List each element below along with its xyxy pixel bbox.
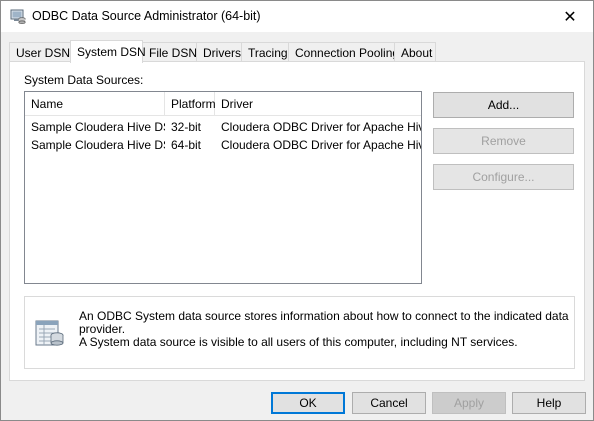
- window-title: ODBC Data Source Administrator (64-bit): [32, 9, 261, 23]
- configure-button[interactable]: Configure...: [433, 164, 574, 190]
- row-platform: 32-bit: [171, 120, 202, 134]
- add-button[interactable]: Add...: [433, 92, 574, 118]
- system-data-sources-label: System Data Sources:: [24, 73, 144, 87]
- close-button[interactable]: ✕: [547, 1, 593, 32]
- tab-system-dsn[interactable]: System DSN: [70, 40, 146, 63]
- tab-about[interactable]: About: [394, 42, 436, 62]
- column-header-driver[interactable]: Driver: [215, 92, 421, 116]
- info-line-1: An ODBC System data source stores inform…: [79, 309, 569, 336]
- row-driver: Cloudera ODBC Driver for Apache Hive: [221, 120, 421, 134]
- row-platform: 64-bit: [171, 138, 202, 152]
- system-dsn-panel: System Data Sources: Name Platform Drive…: [9, 61, 585, 381]
- tab-connection-pooling[interactable]: Connection Pooling: [288, 42, 399, 62]
- data-source-list[interactable]: Name Platform Driver Sample Cloudera Hiv…: [24, 91, 422, 284]
- row-name: Sample Cloudera Hive DSN: [31, 120, 165, 134]
- row-name: Sample Cloudera Hive DSN: [31, 138, 165, 152]
- row-driver: Cloudera ODBC Driver for Apache Hive: [221, 138, 421, 152]
- info-line-2: A System data source is visible to all u…: [79, 335, 518, 349]
- odbc-admin-icon: [10, 9, 26, 24]
- tab-tracing[interactable]: Tracing: [241, 42, 289, 62]
- info-text: An ODBC System data source stores inform…: [79, 310, 569, 349]
- list-header: Name Platform Driver: [25, 92, 421, 116]
- info-box: An ODBC System data source stores inform…: [24, 296, 575, 369]
- odbc-admin-window: ODBC Data Source Administrator (64-bit) …: [0, 0, 594, 421]
- help-button[interactable]: Help: [512, 392, 586, 414]
- ok-button[interactable]: OK: [271, 392, 345, 414]
- tab-drivers[interactable]: Drivers: [196, 42, 242, 62]
- title-bar: ODBC Data Source Administrator (64-bit) …: [1, 1, 593, 32]
- data-source-icon: [35, 320, 64, 346]
- tab-file-dsn[interactable]: File DSN: [142, 42, 197, 62]
- apply-button[interactable]: Apply: [432, 392, 506, 414]
- table-row[interactable]: Sample Cloudera Hive DSN 64-bit Cloudera…: [25, 136, 421, 154]
- column-header-platform[interactable]: Platform: [165, 92, 216, 116]
- table-row[interactable]: Sample Cloudera Hive DSN 32-bit Cloudera…: [25, 118, 421, 136]
- close-icon: ✕: [563, 8, 577, 26]
- cancel-button[interactable]: Cancel: [352, 392, 426, 414]
- tab-user-dsn[interactable]: User DSN: [9, 42, 71, 62]
- column-header-name[interactable]: Name: [25, 92, 165, 116]
- remove-button[interactable]: Remove: [433, 128, 574, 154]
